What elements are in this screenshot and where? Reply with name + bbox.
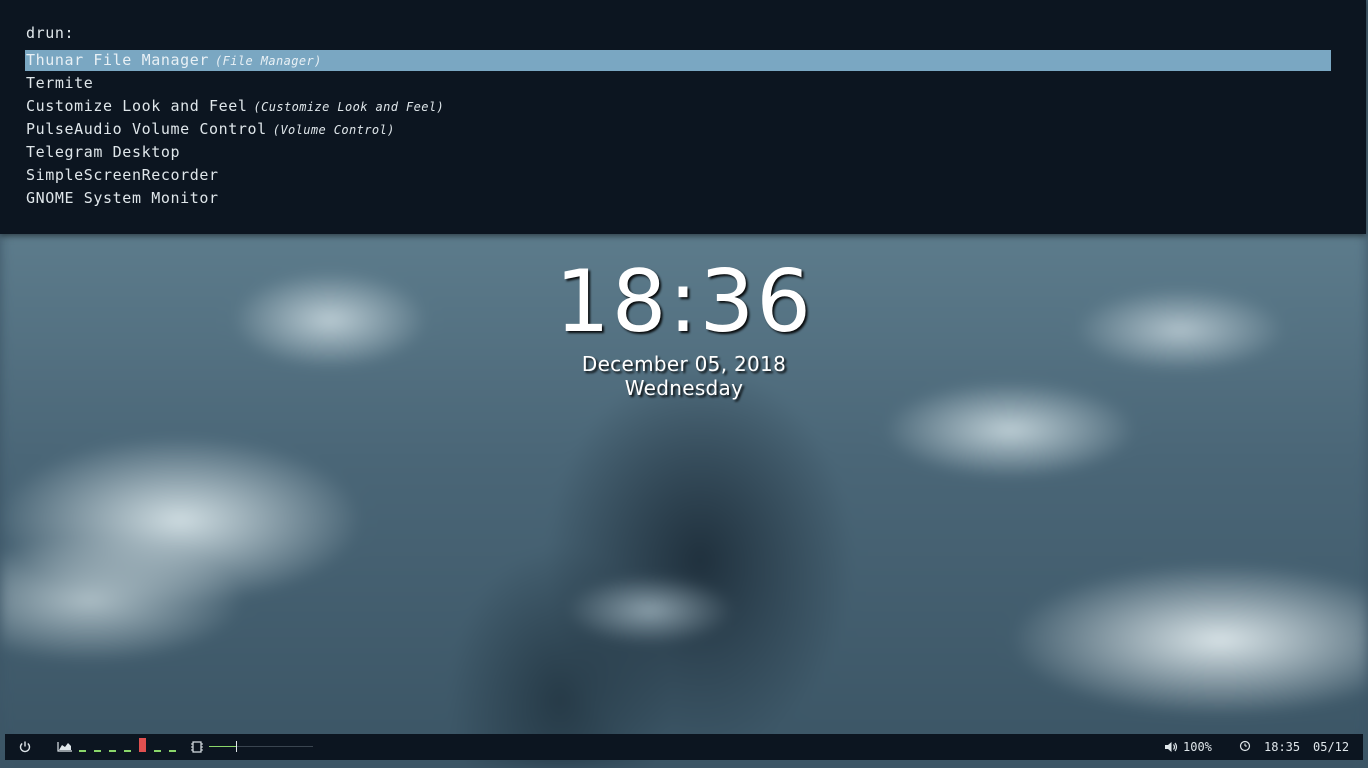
entry-name: SimpleScreenRecorder — [26, 166, 219, 184]
chip-icon[interactable] — [190, 734, 204, 760]
launcher-entry-list: Thunar File Manager (File Manager) Termit… — [25, 50, 1331, 211]
volume-level[interactable]: 100% — [1183, 734, 1223, 760]
launcher-entry-pulseaudio[interactable]: PulseAudio Volume Control (Volume Control… — [25, 119, 1331, 142]
launcher-entry-termite[interactable]: Termite — [25, 73, 1331, 96]
power-icon[interactable] — [18, 734, 34, 760]
entry-name: Telegram Desktop — [26, 143, 181, 161]
entry-name: Customize Look and Feel — [26, 97, 248, 115]
entry-name: GNOME System Monitor — [26, 189, 219, 207]
cpu-usage-graph — [79, 734, 176, 760]
memory-slider-fill — [209, 746, 236, 747]
launcher-entry-system-monitor[interactable]: GNOME System Monitor — [25, 188, 1331, 211]
cpu-bar — [124, 750, 131, 752]
app-launcher: drun: Thunar File Manager (File Manager) … — [0, 0, 1366, 234]
bar-date[interactable]: 05/12 — [1313, 734, 1353, 760]
desktop-clock: 18:36 December 05, 2018 Wednesday — [0, 252, 1368, 400]
cpu-bar — [109, 750, 116, 752]
area-chart-icon[interactable] — [57, 734, 73, 760]
launcher-entry-thunar[interactable]: Thunar File Manager (File Manager) — [25, 50, 1331, 71]
clock-time: 18:36 — [555, 252, 813, 352]
cpu-bar — [154, 750, 161, 752]
launcher-prompt[interactable]: drun: — [26, 24, 74, 42]
clock-day: Wednesday — [624, 376, 744, 400]
volume-icon[interactable] — [1163, 734, 1179, 760]
launcher-entry-customize-look[interactable]: Customize Look and Feel (Customize Look a… — [25, 96, 1331, 119]
status-bar: 100% 18:35 05/12 — [5, 734, 1363, 760]
entry-name: PulseAudio Volume Control — [26, 120, 267, 138]
entry-generic-name: (File Manager) — [214, 54, 322, 68]
launcher-entry-screenrecorder[interactable]: SimpleScreenRecorder — [25, 165, 1331, 188]
cpu-bar — [169, 750, 176, 752]
memory-slider-knob — [236, 741, 237, 752]
cpu-bar — [139, 738, 146, 752]
clock-icon — [1238, 734, 1254, 760]
clock-date: December 05, 2018 — [581, 352, 787, 376]
cpu-bar — [94, 750, 101, 752]
launcher-entry-telegram[interactable]: Telegram Desktop — [25, 142, 1331, 165]
entry-generic-name: (Customize Look and Feel) — [253, 100, 445, 114]
entry-name: Termite — [26, 74, 94, 92]
memory-usage-slider — [209, 734, 319, 760]
entry-name: Thunar File Manager — [26, 51, 209, 69]
bar-time[interactable]: 18:35 — [1264, 734, 1304, 760]
entry-generic-name: (Volume Control) — [272, 123, 395, 137]
cpu-bar — [79, 750, 86, 752]
